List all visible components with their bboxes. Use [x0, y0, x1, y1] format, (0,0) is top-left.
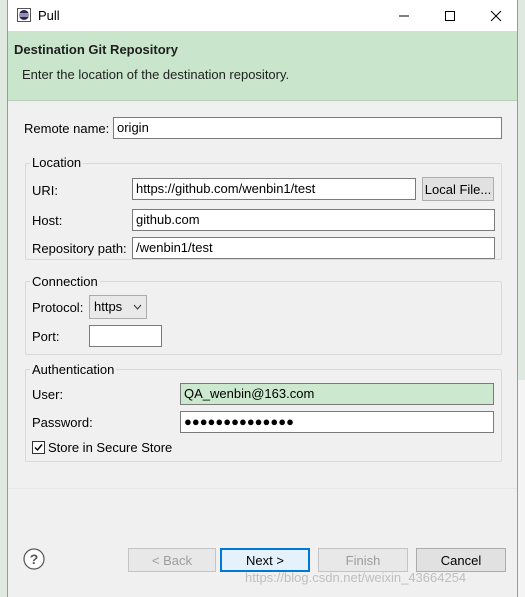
minimize-button[interactable]	[381, 0, 427, 31]
footer-divider	[8, 488, 517, 489]
minimize-icon	[399, 15, 409, 16]
host-label: Host:	[32, 213, 63, 228]
svg-text:?: ?	[30, 551, 39, 567]
uri-input[interactable]: https://github.com/wenbin1/test	[132, 178, 416, 200]
page-title: Destination Git Repository	[14, 42, 178, 57]
password-input[interactable]: ●●●●●●●●●●●●●●	[180, 411, 494, 433]
location-legend: Location	[30, 155, 84, 170]
background-window-edge	[518, 380, 525, 597]
window-title: Pull	[38, 8, 60, 23]
uri-label: URI:	[32, 183, 58, 198]
local-file-button[interactable]: Local File...	[422, 177, 494, 201]
user-input[interactable]: QA_wenbin@163.com	[180, 383, 494, 405]
back-button[interactable]: < Back	[128, 548, 216, 572]
finish-button[interactable]: Finish	[318, 548, 408, 572]
repository-path-input[interactable]: /wenbin1/test	[132, 237, 495, 259]
maximize-button[interactable]	[427, 0, 473, 31]
wizard-header: Destination Git Repository Enter the loc…	[8, 31, 517, 101]
watermark-text: https://blog.csdn.net/weixin_43664254	[245, 570, 467, 585]
help-icon[interactable]: ?	[23, 548, 45, 570]
checkmark-icon	[34, 444, 43, 452]
page-description: Enter the location of the destination re…	[22, 67, 290, 82]
maximize-icon	[445, 10, 455, 21]
remote-name-input[interactable]: origin	[113, 117, 502, 139]
user-label: User:	[32, 387, 64, 402]
password-label: Password:	[32, 415, 93, 430]
port-label: Port:	[32, 329, 60, 344]
protocol-select[interactable]: https	[89, 295, 147, 319]
store-secure-label: Store in Secure Store	[48, 440, 173, 455]
authentication-legend: Authentication	[30, 362, 117, 377]
connection-legend: Connection	[30, 274, 100, 289]
title-bar: Pull	[8, 0, 517, 31]
close-button[interactable]	[473, 0, 517, 31]
chevron-down-icon	[133, 304, 142, 310]
pull-dialog: Pull Destination Git Repository Enter th…	[7, 0, 518, 597]
remote-name-label: Remote name:	[24, 121, 110, 136]
protocol-selected-value: https	[94, 299, 123, 314]
repository-path-label: Repository path:	[32, 241, 127, 256]
close-icon	[490, 10, 502, 21]
store-secure-checkbox[interactable]	[32, 441, 45, 454]
next-button[interactable]: Next >	[220, 548, 310, 572]
protocol-label: Protocol:	[32, 300, 84, 315]
cancel-button[interactable]: Cancel	[416, 548, 506, 572]
eclipse-app-icon	[17, 8, 31, 22]
host-input[interactable]: github.com	[132, 209, 495, 231]
port-input[interactable]	[89, 325, 162, 347]
